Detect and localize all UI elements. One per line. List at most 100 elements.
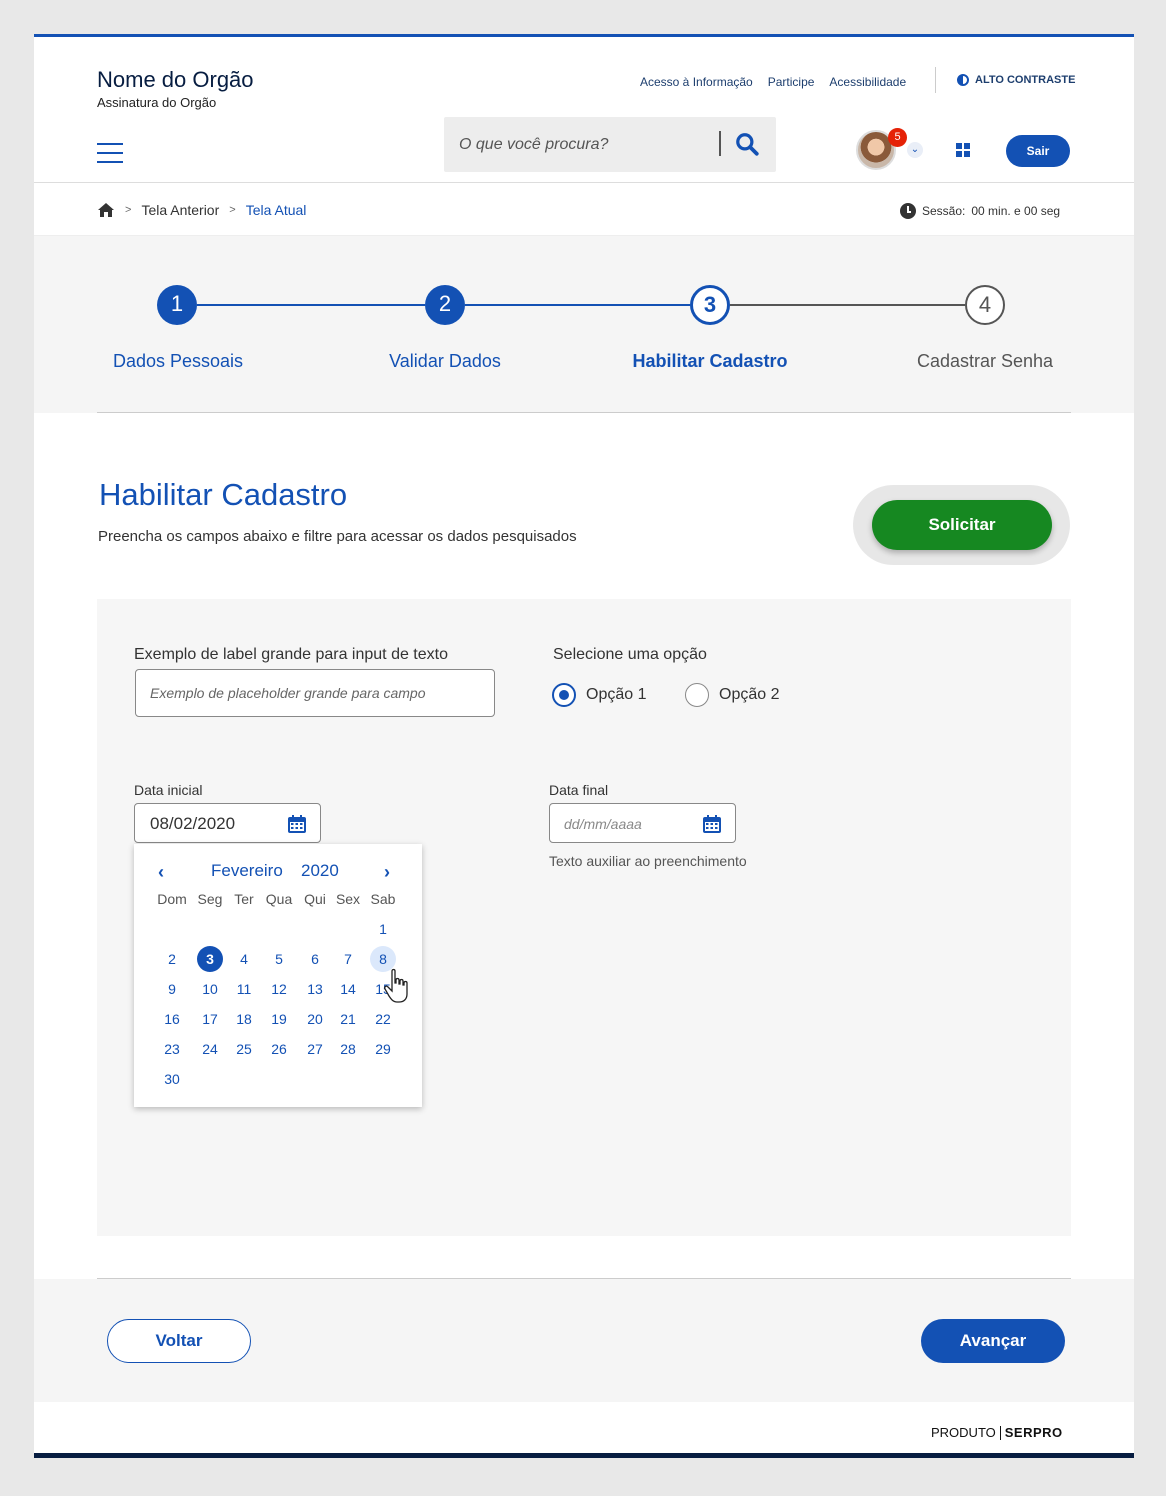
calendar-day[interactable]: 7 xyxy=(335,946,361,972)
start-date-field[interactable]: 08/02/2020 xyxy=(134,803,321,843)
clock-icon xyxy=(900,203,916,219)
session-value: 00 min. e 00 seg xyxy=(971,204,1061,218)
radio-option-2[interactable]: Opção 2 xyxy=(685,683,779,707)
radio-option-1[interactable]: Opção 1 xyxy=(552,683,646,707)
session-label: Sessão: xyxy=(922,204,966,218)
high-contrast-label: ALTO CONTRASTE xyxy=(975,74,1076,86)
home-icon[interactable] xyxy=(97,202,115,218)
calendar-day[interactable]: 4 xyxy=(231,946,257,972)
calendar-day[interactable]: 24 xyxy=(197,1036,223,1062)
page-container: Nome do Orgão Assinatura do Orgão Acesso… xyxy=(34,34,1134,1458)
page-title: Habilitar Cadastro xyxy=(99,477,348,512)
breadcrumb: > Tela Anterior > Tela Atual xyxy=(97,202,306,218)
hamburger-menu-icon[interactable] xyxy=(97,143,123,163)
radio-group-label: Selecione uma opção xyxy=(553,646,707,663)
header-divider-line xyxy=(34,182,1134,183)
calendar-icon[interactable] xyxy=(287,814,307,834)
link-acesso-informacao[interactable]: Acesso à Informação xyxy=(640,75,753,89)
calendar-day[interactable]: 11 xyxy=(231,976,257,1002)
datepicker-popup: ‹ Fevereiro 2020 › Dom Seg Ter Qua Qui Sex Sab… xyxy=(134,844,422,1107)
calendar-day[interactable]: 20 xyxy=(302,1006,328,1032)
start-date-value: 08/02/2020 xyxy=(150,814,236,833)
calendar-icon[interactable] xyxy=(702,814,722,834)
end-date-input[interactable] xyxy=(564,812,694,836)
page-bottom-bar xyxy=(34,1453,1134,1458)
breadcrumb-previous[interactable]: Tela Anterior xyxy=(141,202,219,218)
radio-option-2-label: Opção 2 xyxy=(719,686,780,703)
weekday-header: Sex xyxy=(335,891,361,907)
chevron-left-icon[interactable]: ‹ xyxy=(158,862,164,883)
calendar-day[interactable]: 3 xyxy=(197,946,223,972)
chevron-down-icon[interactable]: ⌄ xyxy=(907,142,923,158)
calendar-day[interactable]: 30 xyxy=(159,1066,185,1092)
logout-button[interactable]: Sair xyxy=(1006,135,1070,167)
calendar-day[interactable]: 17 xyxy=(197,1006,223,1032)
weekday-header: Sab xyxy=(370,891,396,907)
calendar-day[interactable]: 5 xyxy=(266,946,292,972)
calendar-day[interactable]: 23 xyxy=(159,1036,185,1062)
calendar-day[interactable]: 6 xyxy=(302,946,328,972)
end-date-label: Data final xyxy=(549,782,609,798)
calendar-day[interactable]: 13 xyxy=(302,976,328,1002)
calendar-day[interactable]: 2 xyxy=(159,946,185,972)
calendar-day[interactable]: 12 xyxy=(266,976,292,1002)
apps-grid-icon[interactable] xyxy=(956,143,970,157)
step-1-circle[interactable]: 1 xyxy=(157,285,197,325)
voltar-button[interactable]: Voltar xyxy=(107,1319,251,1363)
step-4-circle[interactable]: 4 xyxy=(965,285,1005,325)
end-date-field xyxy=(549,803,736,843)
solicitar-button[interactable]: Solicitar xyxy=(872,500,1052,550)
chevron-right-icon[interactable]: › xyxy=(384,862,390,883)
weekday-header: Dom xyxy=(157,891,187,907)
datepicker-month[interactable]: Fevereiro xyxy=(211,861,283,881)
step-2-circle[interactable]: 2 xyxy=(425,285,465,325)
org-signature: Assinatura do Orgão xyxy=(97,95,217,110)
step-3-label[interactable]: Habilitar Cadastro xyxy=(610,351,810,372)
link-participe[interactable]: Participe xyxy=(768,75,815,89)
calendar-day[interactable]: 25 xyxy=(231,1036,257,1062)
calendar-day[interactable]: 9 xyxy=(159,976,185,1002)
calendar-day[interactable]: 14 xyxy=(335,976,361,1002)
search-icon[interactable] xyxy=(734,131,760,157)
calendar-day[interactable]: 22 xyxy=(370,1006,396,1032)
high-contrast-toggle[interactable]: ALTO CONTRASTE xyxy=(957,74,1075,86)
link-acessibilidade[interactable]: Acessibilidade xyxy=(829,75,906,89)
step-2-label[interactable]: Validar Dados xyxy=(345,351,545,372)
contrast-icon xyxy=(957,74,969,86)
calendar-day[interactable]: 28 xyxy=(335,1036,361,1062)
text-input-field[interactable] xyxy=(135,669,495,717)
page-subtitle: Preencha os campos abaixo e filtre para … xyxy=(98,528,577,545)
serpro-logo: SERPRO xyxy=(1004,1425,1063,1440)
calendar-day[interactable]: 16 xyxy=(159,1006,185,1032)
notification-badge: 5 xyxy=(888,128,907,147)
calendar-day[interactable]: 26 xyxy=(266,1036,292,1062)
pointer-hand-cursor-icon xyxy=(384,968,408,1003)
text-input-label: Exemplo de label grande para input de te… xyxy=(134,646,448,663)
weekday-header: Qua xyxy=(265,891,293,907)
calendar-day[interactable]: 21 xyxy=(335,1006,361,1032)
step-connector xyxy=(465,304,690,306)
step-connector xyxy=(730,304,965,306)
weekday-header: Seg xyxy=(197,891,223,907)
weekday-header: Ter xyxy=(234,891,254,907)
step-connector xyxy=(197,304,425,306)
datepicker-year[interactable]: 2020 xyxy=(301,861,339,881)
calendar-day[interactable]: 18 xyxy=(231,1006,257,1032)
step-4-label[interactable]: Cadastrar Senha xyxy=(885,351,1085,372)
org-name: Nome do Orgão xyxy=(97,67,254,92)
step-1-label[interactable]: Dados Pessoais xyxy=(78,351,278,372)
end-date-helper-text: Texto auxiliar ao preenchimento xyxy=(549,853,747,869)
radio-checked-icon xyxy=(552,683,576,707)
calendar-day[interactable]: 19 xyxy=(266,1006,292,1032)
step-3-circle[interactable]: 3 xyxy=(690,285,730,325)
search-separator xyxy=(719,131,721,156)
calendar-day[interactable]: 27 xyxy=(302,1036,328,1062)
chevron-right-icon: > xyxy=(125,204,132,216)
calendar-day[interactable]: 10 xyxy=(197,976,223,1002)
calendar-day[interactable]: 1 xyxy=(370,916,396,942)
avancar-button[interactable]: Avançar xyxy=(921,1319,1065,1363)
search-input[interactable] xyxy=(459,117,714,172)
top-links: Acesso à Informação Participe Acessibili… xyxy=(640,75,906,89)
start-date-label: Data inicial xyxy=(134,782,203,798)
calendar-day[interactable]: 29 xyxy=(370,1036,396,1062)
